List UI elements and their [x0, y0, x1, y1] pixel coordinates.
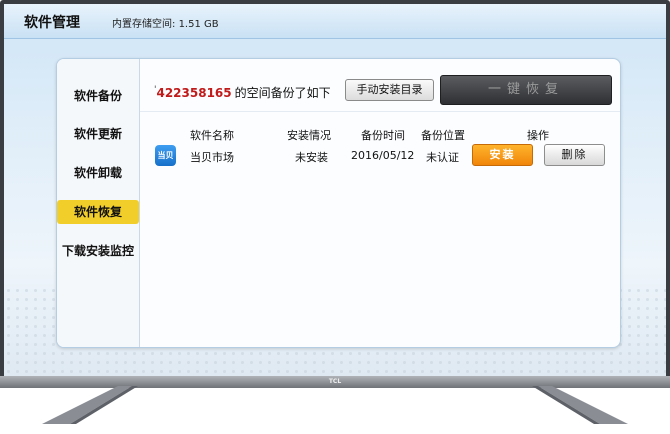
- column-header-name: 软件名称: [190, 129, 234, 142]
- backup-time: 2016/05/12: [351, 149, 415, 162]
- sidebar-item-update[interactable]: 软件更新: [57, 122, 139, 146]
- install-status: 未安装: [295, 151, 328, 164]
- restore-content: '422358165 的空间备份了如下 手动安装目录 一键恢复 软件名称 安装情况…: [140, 59, 620, 347]
- tv-screen: 软件管理 内置存储空间: 1.51 GB 软件备份 软件更新 软件卸载 软件恢复…: [4, 4, 666, 376]
- column-header-time: 备份时间: [361, 129, 405, 142]
- one-click-restore-button[interactable]: 一键恢复: [440, 75, 612, 105]
- stand-leg-left: [42, 386, 132, 424]
- page-title: 软件管理: [24, 15, 80, 31]
- column-header-actions: 操作: [527, 129, 549, 142]
- install-button[interactable]: 安装: [472, 144, 533, 166]
- column-header-status: 安装情况: [287, 129, 331, 142]
- tv-bezel: 软件管理 内置存储空间: 1.51 GB 软件备份 软件更新 软件卸载 软件恢复…: [0, 0, 670, 388]
- column-header-location: 备份位置: [421, 129, 465, 142]
- sidebar-item-uninstall[interactable]: 软件卸载: [57, 161, 139, 185]
- header-bar: 软件管理 内置存储空间: 1.51 GB: [4, 4, 666, 39]
- sidebar-item-backup[interactable]: 软件备份: [57, 84, 139, 108]
- backup-summary: '422358165 的空间备份了如下: [154, 84, 331, 101]
- storage-value: 1.51 GB: [178, 19, 219, 30]
- storage-info: 内置存储空间: 1.51 GB: [112, 15, 219, 30]
- dangbei-app-icon: 当贝: [155, 145, 176, 166]
- main-panel: 软件备份 软件更新 软件卸载 软件恢复 下载安装监控 '422358165 的空间…: [56, 58, 621, 348]
- sidebar: 软件备份 软件更新 软件卸载 软件恢复 下载安装监控: [57, 59, 140, 347]
- storage-label: 内置存储空间:: [112, 19, 176, 30]
- stand-leg-right: [538, 386, 628, 424]
- manual-install-directory-button[interactable]: 手动安装目录: [345, 79, 434, 101]
- backup-summary-text: 的空间备份了如下: [234, 86, 331, 100]
- sidebar-item-download-monitor[interactable]: 下载安装监控: [57, 239, 139, 263]
- account-id: 422358165: [156, 86, 232, 100]
- tv-stand: [42, 386, 628, 424]
- backup-location: 未认证: [426, 151, 459, 164]
- delete-button[interactable]: 删除: [544, 144, 605, 166]
- app-name: 当贝市场: [190, 151, 234, 164]
- sidebar-item-restore[interactable]: 软件恢复: [57, 200, 139, 224]
- divider: [140, 111, 620, 112]
